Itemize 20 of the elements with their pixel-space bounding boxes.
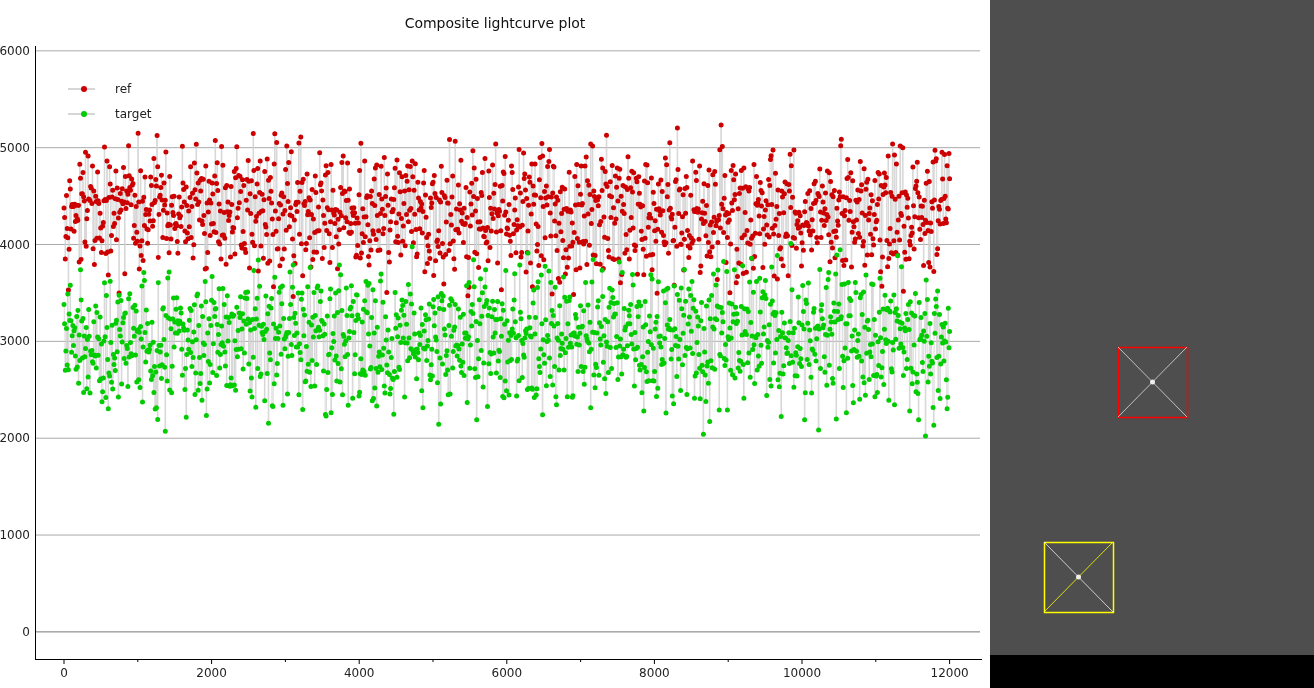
y-tick-label: 5000	[0, 140, 30, 155]
y-tick-label: 1000	[0, 528, 30, 543]
x-tick-label: 12000	[930, 666, 969, 680]
y-tick-label: 0	[22, 624, 30, 639]
y-tick-label: 4000	[0, 237, 30, 252]
legend-label: target	[115, 107, 152, 121]
y-tick-label: 3000	[0, 334, 30, 349]
legend-marker-icon	[67, 111, 96, 117]
aperture-marker-icon[interactable]	[1117, 346, 1189, 419]
x-tick-label: 2000	[196, 666, 227, 680]
y-tick-label: 6000	[0, 46, 30, 58]
x-tick-label: 0	[60, 666, 68, 680]
x-tick-label: 4000	[343, 666, 375, 680]
legend-label: ref	[115, 82, 132, 96]
chart-title: Composite lightcurve plot	[404, 15, 586, 31]
y-tick-label: 2000	[0, 431, 30, 446]
x-tick-label: 10000	[782, 666, 822, 680]
x-tick-label: 6000	[491, 666, 523, 680]
legend-marker-icon	[67, 86, 96, 92]
x-tick-label: 8000	[639, 666, 670, 680]
